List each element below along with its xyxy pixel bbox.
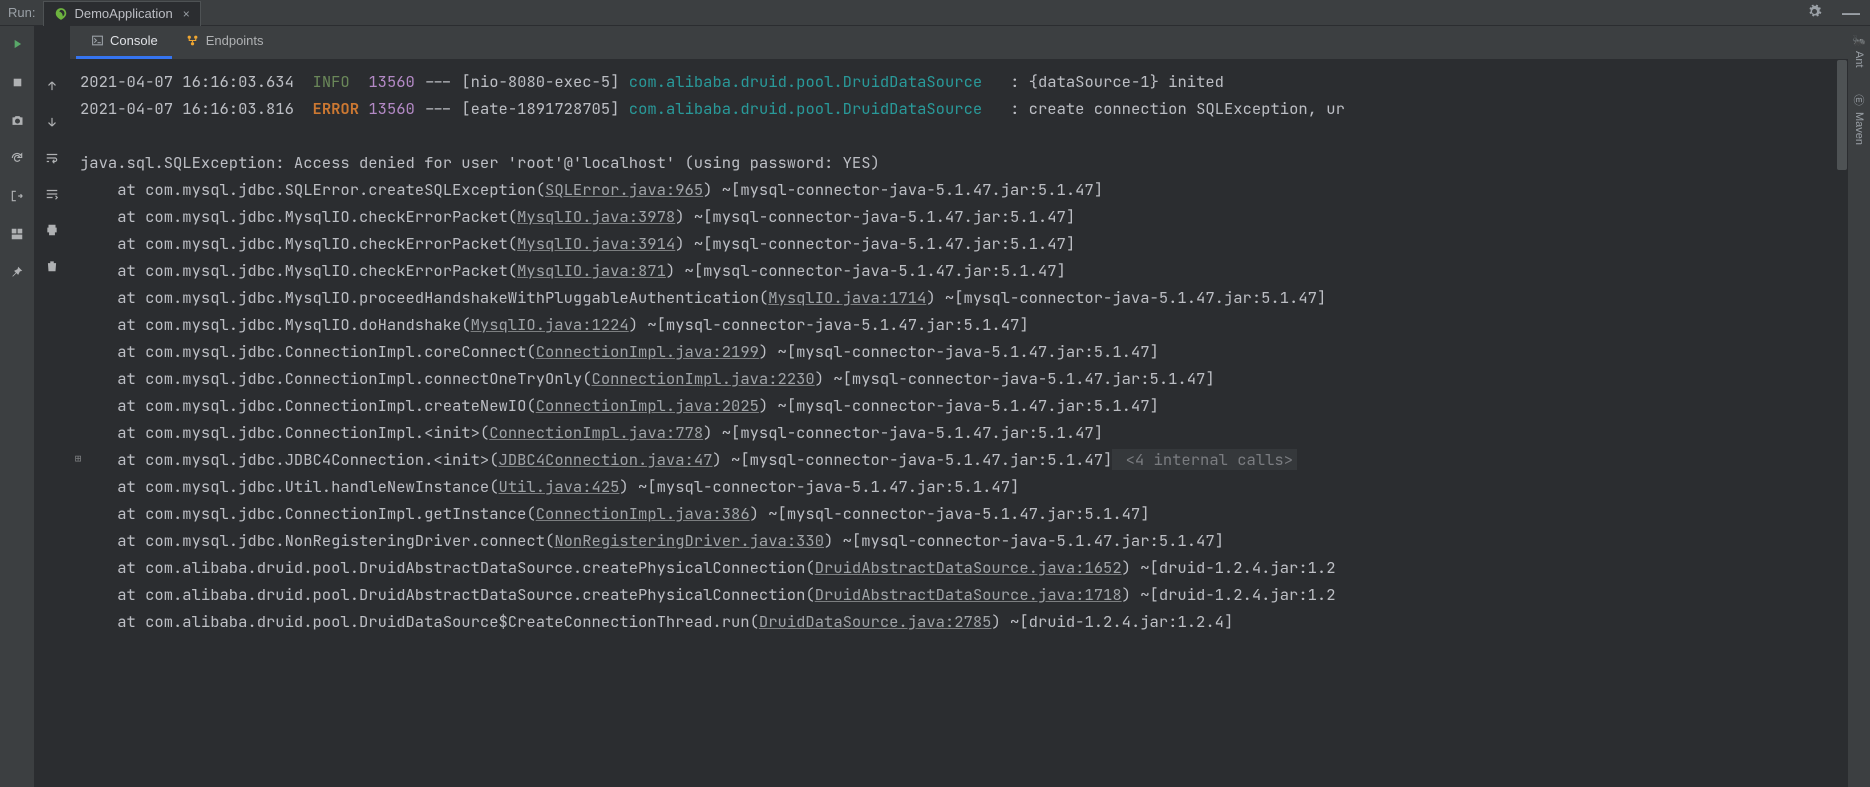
scrollbar-track[interactable] <box>1836 60 1848 787</box>
source-link[interactable]: MysqlIO.java:3914 <box>517 233 675 254</box>
source-link[interactable]: ConnectionImpl.java:778 <box>489 422 703 443</box>
stack-frame: at com.mysql.jdbc.SQLError.createSQLExce… <box>74 176 1848 203</box>
stack-frame: at com.mysql.jdbc.MysqlIO.doHandshake(My… <box>74 311 1848 338</box>
source-link[interactable]: NonRegisteringDriver.java:330 <box>554 530 824 551</box>
blank-line <box>74 122 1848 149</box>
endpoints-tab-icon <box>186 34 200 48</box>
stack-frame: at com.alibaba.druid.pool.DruidDataSourc… <box>74 608 1848 635</box>
scrollbar-thumb[interactable] <box>1837 60 1847 170</box>
expand-icon[interactable]: ⊞ <box>72 446 84 473</box>
stack-frame: at com.mysql.jdbc.MysqlIO.checkErrorPack… <box>74 203 1848 230</box>
panel-tabs: Console Endpoints <box>70 26 1848 60</box>
maven-icon: ⓜ <box>1854 92 1865 108</box>
source-link[interactable]: MysqlIO.java:3978 <box>517 206 675 227</box>
source-link[interactable]: ConnectionImpl.java:2025 <box>536 395 759 416</box>
stack-frame: at com.mysql.jdbc.ConnectionImpl.coreCon… <box>74 338 1848 365</box>
gear-icon[interactable] <box>1801 4 1828 22</box>
tab-endpoints-label: Endpoints <box>206 33 264 48</box>
run-tool-window-header: Run: DemoApplication × — <box>0 0 1870 26</box>
stack-frame: at com.mysql.jdbc.ConnectionImpl.connect… <box>74 365 1848 392</box>
source-link[interactable]: MysqlIO.java:871 <box>517 260 666 281</box>
source-link[interactable]: MysqlIO.java:1714 <box>768 287 926 308</box>
down-icon[interactable] <box>44 114 60 130</box>
stack-frame: at com.mysql.jdbc.MysqlIO.checkErrorPack… <box>74 257 1848 284</box>
pin-icon[interactable] <box>9 264 25 280</box>
stack-frame: at com.mysql.jdbc.ConnectionImpl.getInst… <box>74 500 1848 527</box>
ant-icon: 🐜 <box>1852 34 1866 47</box>
source-link[interactable]: ConnectionImpl.java:386 <box>536 503 750 524</box>
trash-icon[interactable] <box>44 258 60 274</box>
source-link[interactable]: ConnectionImpl.java:2199 <box>536 341 759 362</box>
internal-calls-hint[interactable]: <4 internal calls> <box>1112 449 1297 470</box>
layout-icon[interactable] <box>9 226 25 242</box>
source-link[interactable]: Util.java:425 <box>499 476 620 497</box>
source-link[interactable]: JDBC4Connection.java:47 <box>499 449 713 470</box>
maven-tool-tab[interactable]: ⓜ Maven <box>1853 92 1865 145</box>
stack-frame: at com.mysql.jdbc.NonRegisteringDriver.c… <box>74 527 1848 554</box>
print-icon[interactable] <box>44 222 60 238</box>
run-config-name: DemoApplication <box>74 6 172 21</box>
soft-wrap-icon[interactable] <box>44 150 60 166</box>
run-label: Run: <box>8 5 35 20</box>
source-link[interactable]: SQLError.java:965 <box>545 179 703 200</box>
stack-frame: at com.mysql.jdbc.Util.handleNewInstance… <box>74 473 1848 500</box>
source-link[interactable]: MysqlIO.java:1224 <box>471 314 629 335</box>
source-link[interactable]: DruidAbstractDataSource.java:1652 <box>815 557 1122 578</box>
close-icon[interactable]: × <box>183 7 190 21</box>
ant-label: Ant <box>1853 51 1865 68</box>
maven-label: Maven <box>1853 112 1865 145</box>
ant-tool-tab[interactable]: 🐜 Ant <box>1852 34 1866 68</box>
source-link[interactable]: ConnectionImpl.java:2230 <box>592 368 815 389</box>
up-icon[interactable] <box>44 78 60 94</box>
stack-frame: at com.alibaba.druid.pool.DruidAbstractD… <box>74 554 1848 581</box>
stack-frame: at com.mysql.jdbc.MysqlIO.proceedHandsha… <box>74 284 1848 311</box>
exception-header: java.sql.SQLException: Access denied for… <box>74 149 1848 176</box>
stack-frame: at com.mysql.jdbc.MysqlIO.checkErrorPack… <box>74 230 1848 257</box>
tab-console[interactable]: Console <box>76 25 172 59</box>
source-link[interactable]: DruidAbstractDataSource.java:1718 <box>815 584 1122 605</box>
stack-frame: at com.mysql.jdbc.ConnectionImpl.<init>(… <box>74 419 1848 446</box>
spring-leaf-icon <box>54 7 68 21</box>
source-link[interactable]: DruidDataSource.java:2785 <box>759 611 992 632</box>
stack-frame: ⊞ at com.mysql.jdbc.JDBC4Connection.<ini… <box>74 446 1848 473</box>
stop-icon[interactable] <box>9 74 25 90</box>
right-tool-strip: 🐜 Ant ⓜ Maven <box>1848 26 1870 787</box>
stack-frame: at com.alibaba.druid.pool.DruidAbstractD… <box>74 581 1848 608</box>
console-output[interactable]: 2021-04-07 16:16:03.634 INFO 13560 --- [… <box>70 60 1848 787</box>
scroll-to-end-icon[interactable] <box>44 186 60 202</box>
run-actions-gutter <box>0 26 34 787</box>
camera-icon[interactable] <box>9 112 25 128</box>
run-config-tab[interactable]: DemoApplication × <box>43 1 200 27</box>
hide-button[interactable]: — <box>1836 4 1866 22</box>
stack-frame: at com.mysql.jdbc.ConnectionImpl.createN… <box>74 392 1848 419</box>
rerun-icon[interactable] <box>9 36 25 52</box>
log-line: 2021-04-07 16:16:03.816 ERROR 13560 --- … <box>74 95 1848 122</box>
console-panel: Console Endpoints 2021-04-07 16:16:03.63… <box>70 26 1848 787</box>
console-actions-gutter <box>34 26 70 787</box>
log-line: 2021-04-07 16:16:03.634 INFO 13560 --- [… <box>74 68 1848 95</box>
tab-endpoints[interactable]: Endpoints <box>172 25 278 59</box>
exit-icon[interactable] <box>9 188 25 204</box>
tab-console-label: Console <box>110 33 158 48</box>
console-tab-icon <box>90 34 104 48</box>
rerun-auto-icon[interactable] <box>9 150 25 166</box>
